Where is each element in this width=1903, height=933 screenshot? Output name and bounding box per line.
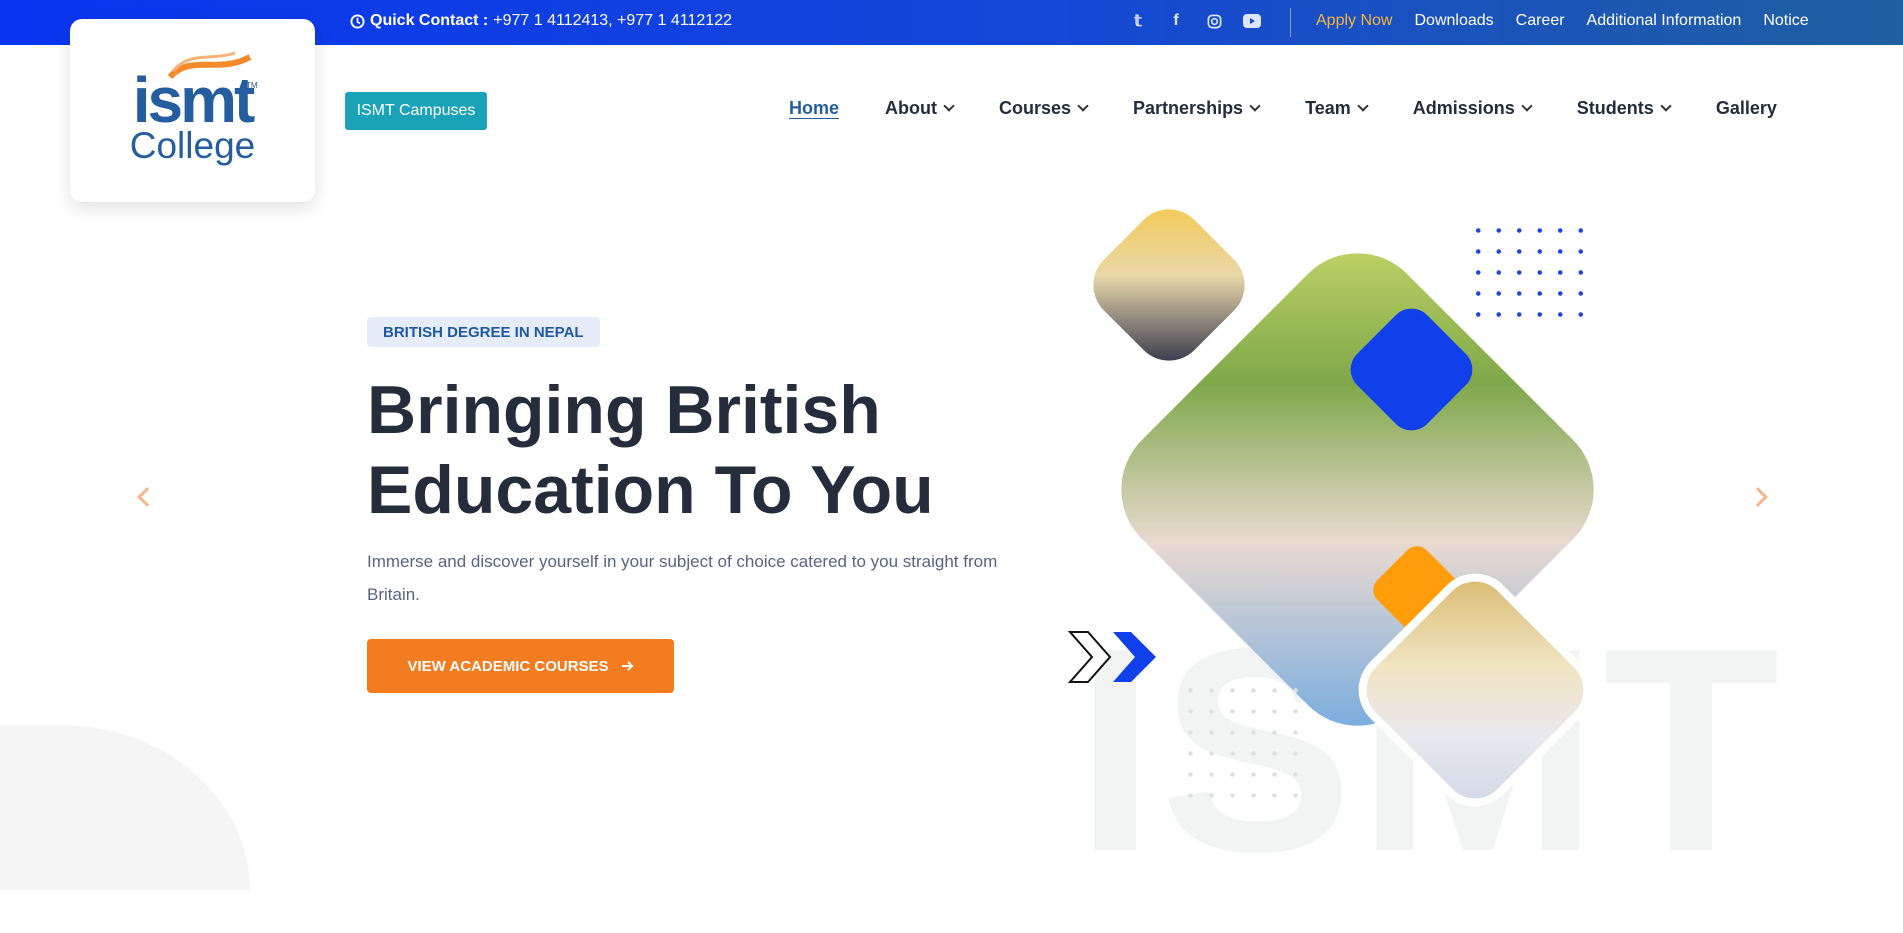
hero-description: Immerse and discover yourself in your su…: [367, 552, 998, 604]
view-academic-courses-button[interactable]: VIEW ACADEMIC COURSES: [367, 639, 674, 693]
chevron-down-icon: [1521, 100, 1533, 112]
chevron-down-icon: [1249, 100, 1261, 112]
nav-gallery[interactable]: Gallery: [1716, 98, 1777, 119]
facebook-icon[interactable]: f: [1166, 11, 1186, 31]
chevron-down-icon: [1077, 100, 1089, 112]
cta-label: VIEW ACADEMIC COURSES: [407, 657, 609, 675]
nav-courses[interactable]: Courses: [999, 98, 1089, 119]
nav-team[interactable]: Team: [1305, 98, 1369, 119]
quick-contact: Quick Contact : +977 1 4112413, +977 1 4…: [350, 12, 732, 30]
hero-title-line1: Bringing British: [367, 372, 881, 448]
hero-title: Bringing British Education To You: [367, 370, 1017, 530]
nav-students[interactable]: Students: [1576, 98, 1672, 119]
logo[interactable]: ismt College TM: [70, 19, 315, 202]
notice-link[interactable]: Notice: [1763, 12, 1808, 30]
page-below-hero: [0, 890, 1903, 933]
clock-icon: [350, 13, 365, 29]
logo-sub: College: [129, 124, 256, 166]
apply-now-link[interactable]: Apply Now: [1316, 12, 1392, 30]
instagram-icon[interactable]: [1204, 11, 1224, 31]
dots-pattern: [1468, 220, 1598, 330]
nav-home[interactable]: Home: [789, 98, 839, 119]
nav-partnerships-label: Partnerships: [1133, 98, 1244, 118]
top-links: Apply Now Downloads Career Additional In…: [1316, 12, 1809, 30]
decorative-circle: [0, 725, 250, 890]
quick-contact-numbers: +977 1 4112413, +977 1 4112122: [493, 12, 732, 29]
arrow-right-icon: [621, 661, 633, 671]
logo-brand: ismt: [132, 63, 256, 136]
nav-courses-label: Courses: [999, 98, 1072, 118]
social-links: 𝕥 f: [1128, 11, 1262, 31]
nav-about[interactable]: About: [885, 98, 955, 119]
main-nav: Home About Courses Partnerships Team Adm…: [789, 98, 1777, 119]
nav-team-label: Team: [1305, 98, 1351, 118]
nav-partnerships[interactable]: Partnerships: [1133, 98, 1261, 119]
nav-about-label: About: [885, 98, 937, 118]
nav-students-label: Students: [1576, 98, 1654, 118]
nav-admissions[interactable]: Admissions: [1412, 98, 1533, 119]
chevron-down-icon: [1660, 100, 1672, 112]
nav-admissions-label: Admissions: [1412, 98, 1515, 118]
nav-home-label: Home: [789, 98, 840, 118]
twitter-icon[interactable]: 𝕥: [1128, 11, 1148, 31]
double-chevron-icon: [1068, 631, 1156, 683]
additional-information-link[interactable]: Additional Information: [1587, 12, 1742, 30]
chevron-down-icon: [1357, 100, 1369, 112]
slider-prev-arrow[interactable]: [137, 487, 157, 507]
nav-gallery-label: Gallery: [1715, 98, 1777, 118]
grey-dots-pattern: [1180, 680, 1310, 805]
logo-swoosh-icon: [167, 51, 252, 79]
hero-badge: BRITISH DEGREE IN NEPAL: [367, 317, 600, 347]
career-link[interactable]: Career: [1516, 12, 1565, 30]
chevron-down-icon: [943, 100, 955, 112]
hero-title-line2: Education To You: [367, 452, 934, 528]
youtube-icon[interactable]: [1242, 11, 1262, 31]
downloads-link[interactable]: Downloads: [1414, 12, 1493, 30]
logo-tm: TM: [246, 81, 258, 90]
quick-contact-label: Quick Contact :: [370, 12, 489, 29]
slider-next-arrow[interactable]: [1748, 487, 1768, 507]
ismt-campuses-button[interactable]: ISMT Campuses: [345, 92, 487, 130]
topbar-divider: [1290, 8, 1291, 37]
